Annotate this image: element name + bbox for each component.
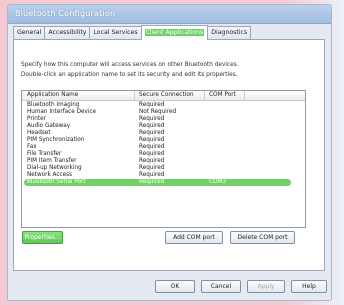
tab-label: Accessibility xyxy=(48,29,87,36)
tab-label: General xyxy=(17,29,42,36)
secure-connection: Required xyxy=(139,151,165,157)
list-item[interactable]: Dial-up Networking Required xyxy=(22,165,305,172)
ok-button[interactable]: OK xyxy=(155,280,195,293)
secure-connection: Not Required xyxy=(139,109,177,115)
app-name: Printer xyxy=(27,116,46,122)
secure-connection: Required xyxy=(139,158,165,164)
list-item[interactable]: PIM Item Transfer Required xyxy=(22,158,305,165)
tab-label: Local Services xyxy=(93,29,138,36)
app-name: Dial-up Networking xyxy=(27,165,82,171)
column-divider[interactable] xyxy=(204,91,205,100)
instruction-line-1: Specify how this computer will access se… xyxy=(21,62,239,68)
instruction-line-2: Double-click an application name to set … xyxy=(21,72,238,78)
secure-connection: Required xyxy=(139,165,165,171)
add-com-port-button[interactable]: Add COM port xyxy=(165,231,223,244)
column-header-secure-connection[interactable]: Secure Connection xyxy=(139,92,194,98)
list-item[interactable]: File Transfer Required xyxy=(22,151,305,158)
column-divider[interactable] xyxy=(244,91,245,100)
app-name: Bluetooth Imaging xyxy=(27,102,80,108)
tab-general[interactable]: General xyxy=(13,26,46,39)
app-name: Bluetooth Serial Port xyxy=(27,179,86,185)
list-item[interactable]: Bluetooth Imaging Required xyxy=(22,102,305,109)
app-name: Headset xyxy=(27,130,51,136)
app-name: Fax xyxy=(27,144,37,150)
apply-button[interactable]: Apply xyxy=(247,280,285,293)
app-name: Audio Gateway xyxy=(27,123,71,129)
list-header: Application Name Secure Connection COM P… xyxy=(22,91,305,101)
column-divider[interactable] xyxy=(134,91,135,100)
list-item[interactable]: Headset Required xyxy=(22,130,305,137)
list-item-selected[interactable]: Bluetooth Serial Port Required COM3 xyxy=(24,179,291,186)
app-name: Human Interface Device xyxy=(27,109,97,115)
applications-list[interactable]: Application Name Secure Connection COM P… xyxy=(21,90,306,228)
list-item[interactable]: Printer Required xyxy=(22,116,305,123)
list-item[interactable]: Human Interface Device Not Required xyxy=(22,109,305,116)
secure-connection: Required xyxy=(139,137,165,143)
tab-client-applications[interactable]: Client Applications xyxy=(140,25,209,40)
cancel-button[interactable]: Cancel xyxy=(201,280,241,293)
help-button[interactable]: Help xyxy=(291,280,327,293)
title-bar[interactable]: Bluetooth Configuration xyxy=(8,5,331,24)
app-name: PIM Synchronization xyxy=(27,137,85,143)
tab-label: Diagnostics xyxy=(211,29,248,36)
secure-connection: Required xyxy=(139,116,165,122)
app-name: Network Access xyxy=(27,172,73,178)
secure-connection: Required xyxy=(139,130,165,136)
secure-connection: Required xyxy=(139,102,165,108)
list-item[interactable]: Fax Required xyxy=(22,144,305,151)
tab-strip: General Accessibility Local Services Cli… xyxy=(13,25,252,40)
secure-connection: Required xyxy=(139,123,165,129)
com-port: COM3 xyxy=(209,179,226,185)
list-item[interactable]: Audio Gateway Required xyxy=(22,123,305,130)
secure-connection: Required xyxy=(139,144,165,150)
column-header-com-port[interactable]: COM Port xyxy=(209,92,236,98)
tab-diagnostics[interactable]: Diagnostics xyxy=(207,26,252,39)
list-item[interactable]: PIM Synchronization Required xyxy=(22,137,305,144)
app-name: PIM Item Transfer xyxy=(27,158,77,164)
properties-button[interactable]: Properties... xyxy=(22,231,63,244)
client-applications-panel: Specify how this computer will access se… xyxy=(13,39,325,271)
window-title: Bluetooth Configuration xyxy=(15,9,116,18)
tab-label: Client Applications xyxy=(144,29,205,36)
bluetooth-config-dialog: Bluetooth Configuration General Accessib… xyxy=(7,4,332,301)
app-name: File Transfer xyxy=(27,151,62,157)
list-item[interactable]: Network Access Required xyxy=(22,172,305,179)
secure-connection: Required xyxy=(139,179,165,185)
column-header-application-name[interactable]: Application Name xyxy=(27,92,78,98)
tab-accessibility[interactable]: Accessibility xyxy=(44,26,91,39)
tab-local-services[interactable]: Local Services xyxy=(89,26,142,39)
delete-com-port-button[interactable]: Delete COM port xyxy=(230,231,295,244)
secure-connection: Required xyxy=(139,172,165,178)
